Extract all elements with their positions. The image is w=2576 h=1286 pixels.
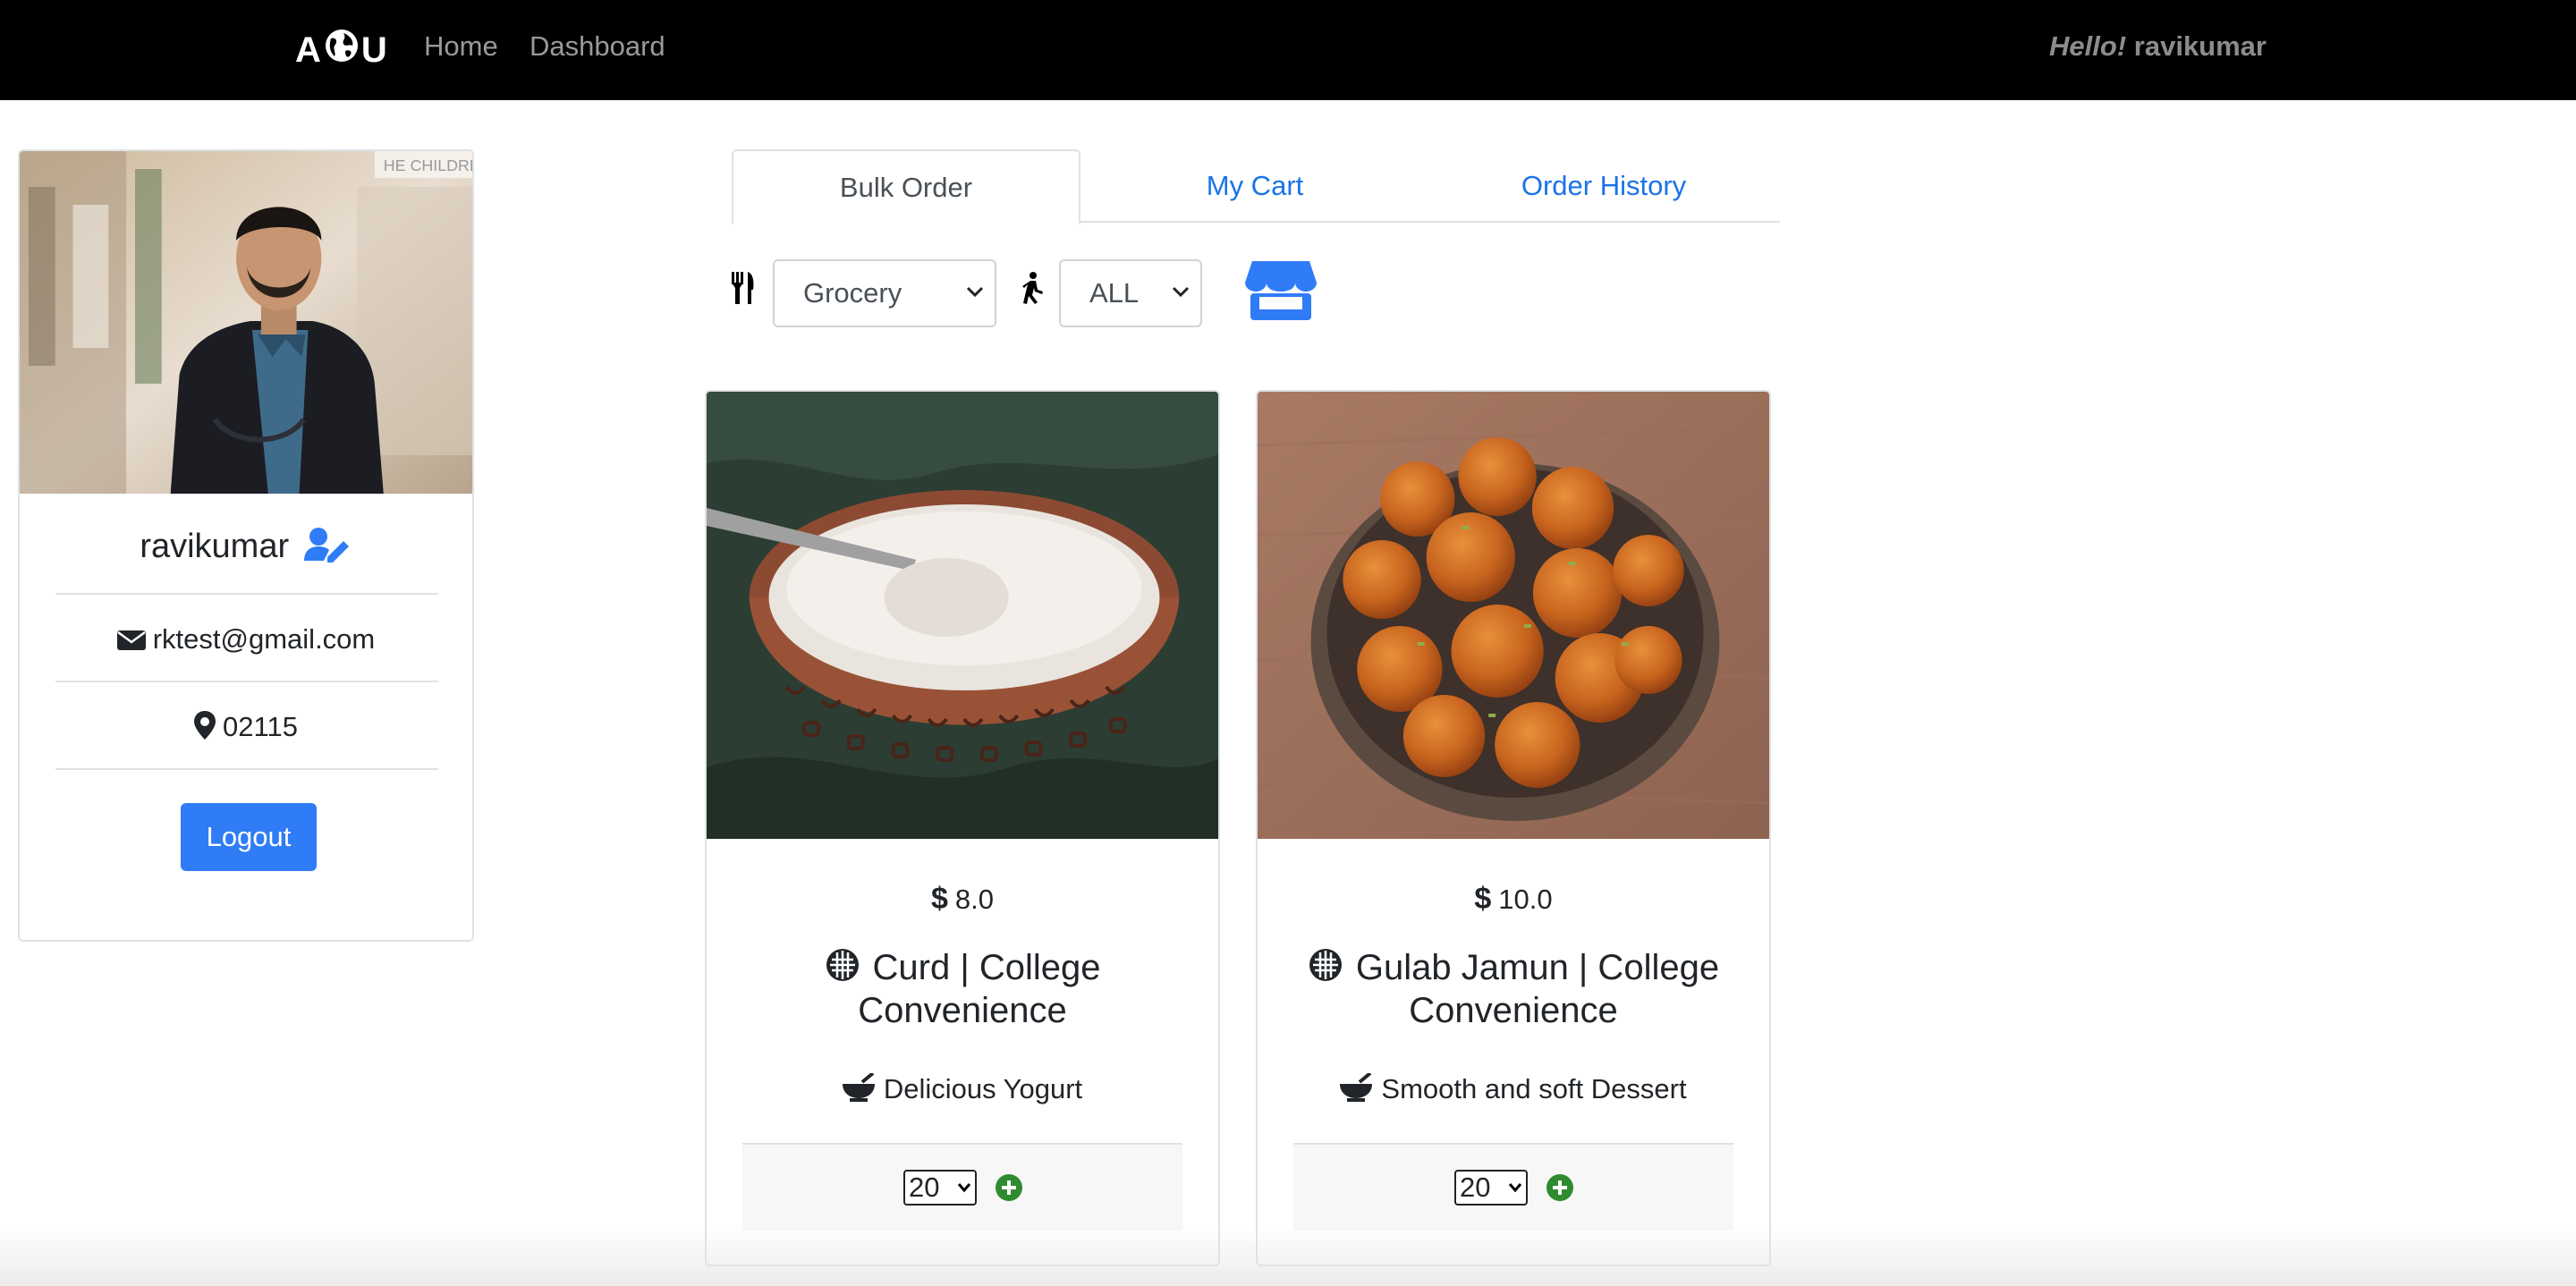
veg-icon xyxy=(1309,949,1342,981)
category-select[interactable]: Grocery xyxy=(773,259,996,327)
navbar: A U Home Dashboard Hello! ravikumar xyxy=(0,0,2576,100)
logout-button[interactable]: Logout xyxy=(181,803,317,871)
product-description: Delicious Yogurt xyxy=(707,1071,1218,1105)
profile-card: HE CHILDRE ravikumar rktest@gmail.com 02… xyxy=(18,149,474,942)
dollar-icon: $ xyxy=(930,882,948,916)
nav-dashboard-link[interactable]: Dashboard xyxy=(530,30,665,63)
product-image-gulab-jamun xyxy=(1258,392,1769,839)
profile-zip: 02115 xyxy=(223,711,298,742)
quantity-select[interactable]: 20 xyxy=(1454,1170,1528,1206)
plus-circle-icon[interactable] xyxy=(1546,1173,1574,1202)
envelope-icon xyxy=(116,630,146,650)
profile-divider xyxy=(55,593,438,595)
utensils-icon xyxy=(732,272,754,304)
product-description: Smooth and soft Dessert xyxy=(1258,1071,1769,1105)
walking-icon xyxy=(1022,272,1043,304)
product-price: $8.0 xyxy=(707,882,1218,917)
product-title-text: Gulab Jamun | College Convenience xyxy=(1355,948,1720,1030)
bowl-icon xyxy=(842,1071,875,1102)
plus-circle-icon[interactable] xyxy=(995,1173,1023,1202)
profile-email: rktest@gmail.com xyxy=(152,623,376,655)
product-description-text: Delicious Yogurt xyxy=(883,1073,1083,1104)
profile-divider xyxy=(55,768,438,770)
photo-watermark: HE CHILDRE xyxy=(384,157,472,174)
bowl-icon xyxy=(1340,1071,1373,1102)
product-title-text: Curd | College Convenience xyxy=(858,948,1101,1030)
globe-icon xyxy=(324,28,360,72)
dollar-icon: $ xyxy=(1474,882,1492,916)
product-description-text: Smooth and soft Dessert xyxy=(1381,1073,1687,1104)
veg-icon xyxy=(826,949,859,981)
category-select-value: Grocery xyxy=(803,277,902,309)
greeting-hello: Hello! xyxy=(2049,30,2127,62)
greeting-username: ravikumar xyxy=(2133,30,2267,62)
profile-name-text: ravikumar xyxy=(140,528,290,565)
user-greeting: Hello! ravikumar xyxy=(2049,30,2267,63)
profile-zip-row: 02115 xyxy=(20,711,472,743)
chevron-down-icon xyxy=(1172,286,1190,298)
tab-order-history[interactable]: Order History xyxy=(1429,149,1778,223)
store-icon[interactable] xyxy=(1245,261,1317,320)
chevron-down-icon xyxy=(1508,1183,1522,1193)
brand-logo[interactable]: A U xyxy=(295,27,388,73)
profile-name: ravikumar xyxy=(20,527,472,571)
profile-photo: HE CHILDRE xyxy=(20,151,472,494)
quantity-select[interactable]: 20 xyxy=(903,1170,977,1206)
product-card: $8.0 Curd | College Convenience Deliciou… xyxy=(705,390,1220,1266)
quantity-select-value: 20 xyxy=(1460,1172,1491,1203)
tab-bar: Bulk Order My Cart Order History xyxy=(732,149,1780,224)
profile-email-row: rktest@gmail.com xyxy=(20,623,472,656)
user-edit-icon[interactable] xyxy=(303,527,352,571)
product-price-value: 8.0 xyxy=(954,884,995,915)
map-marker-icon xyxy=(194,711,216,740)
quantity-select-value: 20 xyxy=(909,1172,940,1203)
nav-home-link[interactable]: Home xyxy=(424,30,498,63)
profile-divider xyxy=(55,681,438,682)
product-image-curd xyxy=(707,392,1218,839)
product-price-value: 10.0 xyxy=(1498,884,1553,915)
chevron-down-icon xyxy=(957,1183,971,1193)
tab-my-cart[interactable]: My Cart xyxy=(1080,149,1429,223)
chevron-down-icon xyxy=(966,286,984,298)
brand-letter-u: U xyxy=(360,30,388,70)
card-footer: 20 xyxy=(742,1143,1182,1231)
type-select[interactable]: ALL xyxy=(1059,259,1202,327)
product-card: $10.0 Gulab Jamun | College Convenience … xyxy=(1256,390,1771,1266)
card-footer: 20 xyxy=(1293,1143,1733,1231)
brand-letter-a: A xyxy=(295,30,322,70)
tab-bulk-order[interactable]: Bulk Order xyxy=(732,149,1080,224)
product-title: Curd | College Convenience xyxy=(733,946,1191,1032)
product-price: $10.0 xyxy=(1258,882,1769,917)
product-title: Gulab Jamun | College Convenience xyxy=(1284,946,1742,1032)
type-select-value: ALL xyxy=(1089,277,1140,309)
